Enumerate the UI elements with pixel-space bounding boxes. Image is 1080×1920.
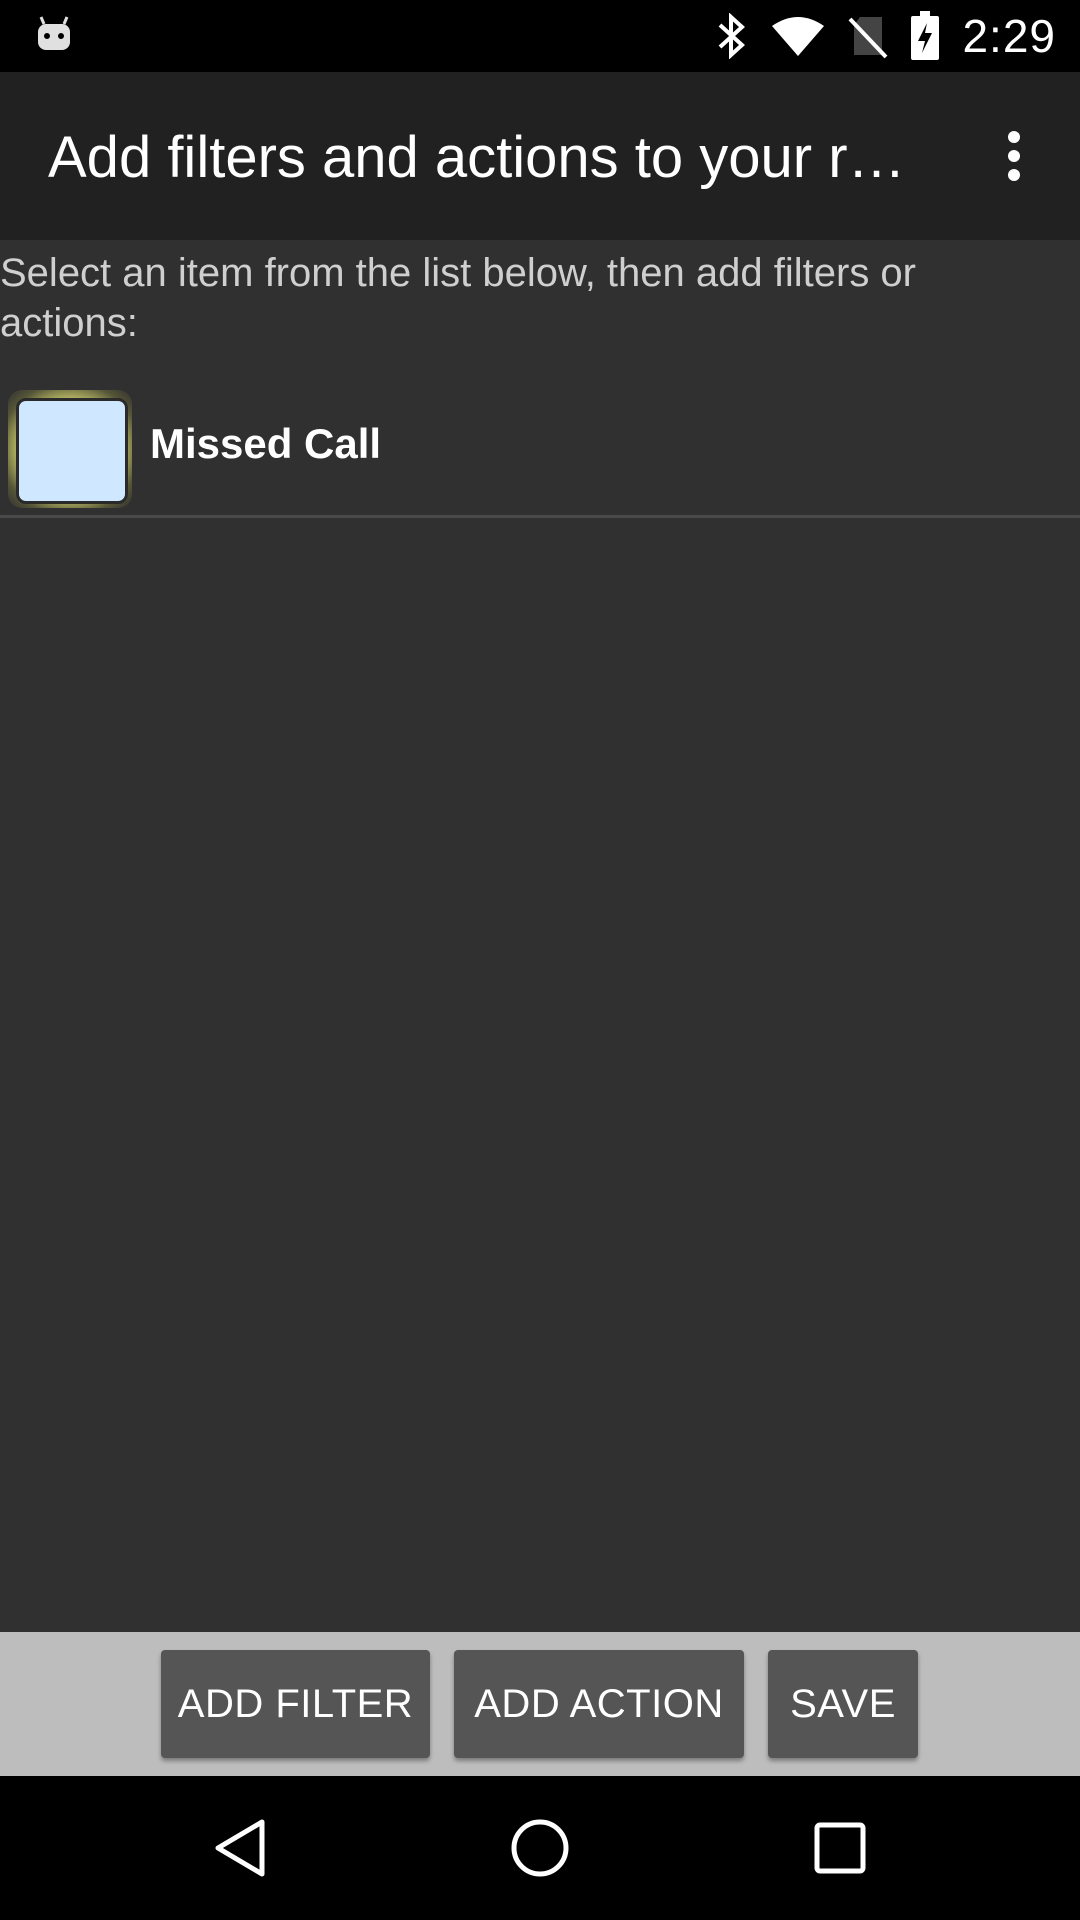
bluetooth-icon <box>719 13 746 59</box>
recents-icon <box>814 1822 866 1874</box>
overflow-menu-button[interactable] <box>974 116 1054 196</box>
status-time: 2:29 <box>962 10 1056 62</box>
battery-charging-icon <box>911 11 940 60</box>
add-action-button[interactable]: ADD ACTION <box>454 1650 744 1758</box>
content-area: Select an item from the list below, then… <box>0 240 1080 1632</box>
home-icon <box>511 1819 569 1877</box>
no-sim-icon <box>849 17 888 59</box>
back-button[interactable] <box>190 1798 290 1898</box>
list-item-missed-call[interactable]: Missed Call <box>0 376 1080 518</box>
navigation-bar <box>0 1776 1080 1920</box>
list-item-label: Missed Call <box>150 420 382 467</box>
save-button[interactable]: SAVE <box>768 1650 918 1758</box>
app-bar: Add filters and actions to your r… <box>0 72 1080 240</box>
home-button[interactable] <box>490 1798 590 1898</box>
instructions-text: Select an item from the list below, then… <box>0 251 916 345</box>
more-vert-icon <box>1008 131 1020 181</box>
button-bar: ADD FILTER ADD ACTION SAVE <box>0 1632 1080 1776</box>
wifi-icon <box>772 17 825 56</box>
missed-call-icon <box>8 390 132 508</box>
recents-button[interactable] <box>790 1798 890 1898</box>
page-title: Add filters and actions to your r… <box>48 125 906 190</box>
back-icon <box>215 1819 265 1877</box>
status-bar: 2:29 <box>0 0 1080 72</box>
add-filter-button[interactable]: ADD FILTER <box>161 1650 430 1758</box>
android-icon <box>38 16 70 50</box>
